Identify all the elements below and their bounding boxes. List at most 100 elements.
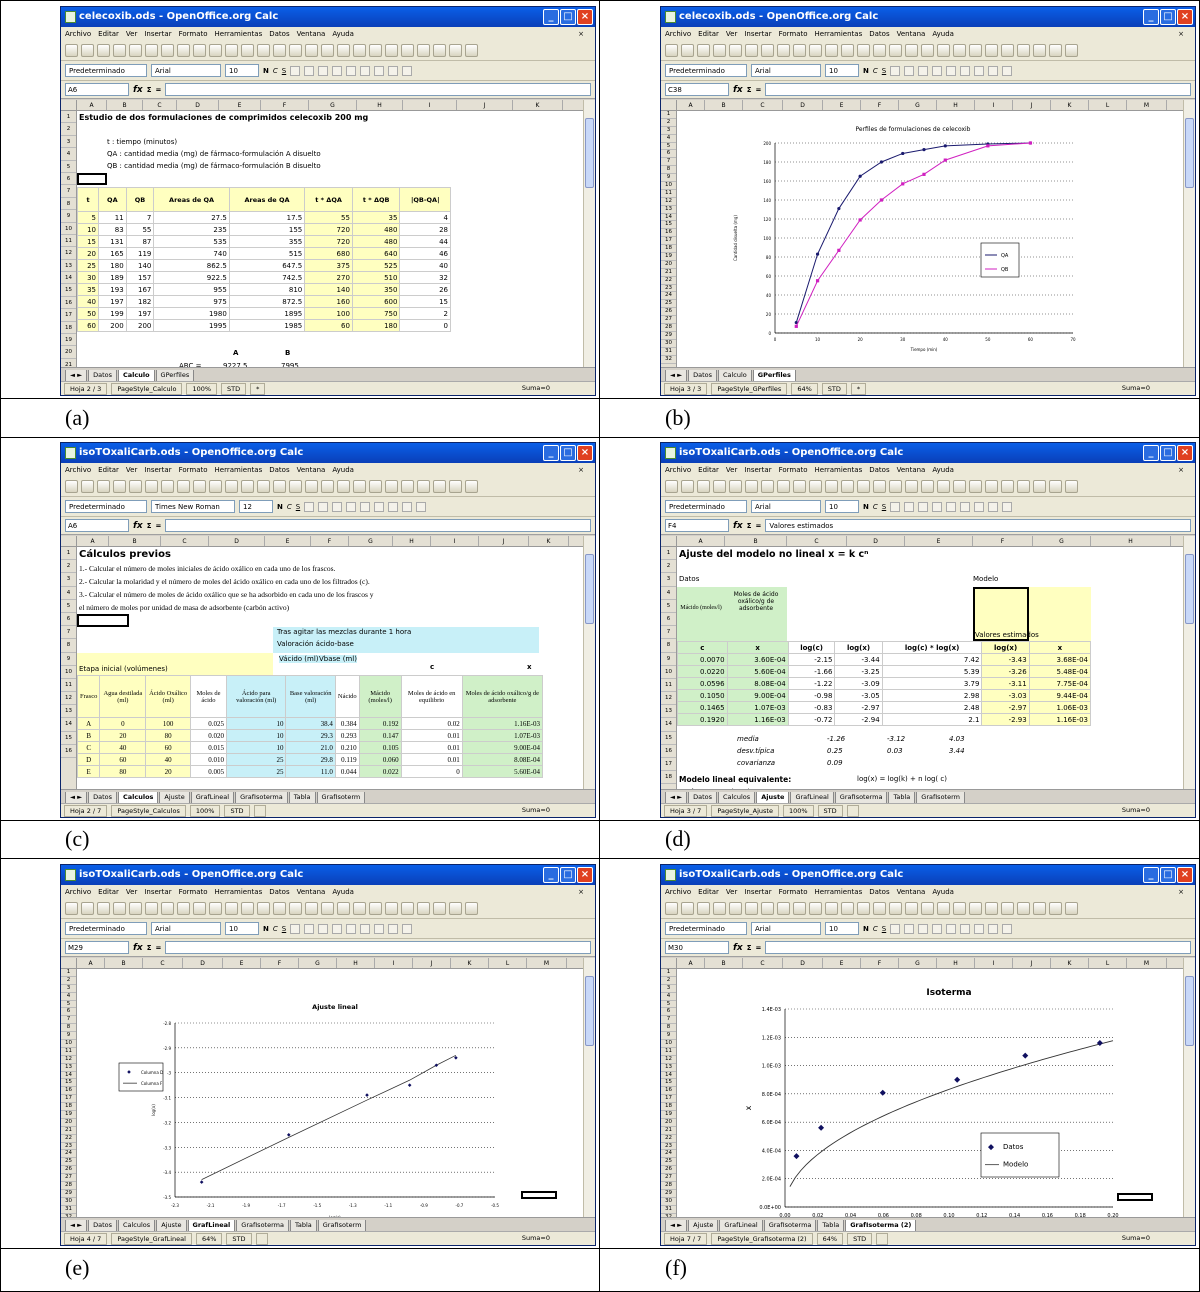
header-cell[interactable]: t xyxy=(77,187,99,212)
column-header[interactable]: C xyxy=(743,100,783,110)
column-header[interactable]: K xyxy=(513,100,563,110)
row-header[interactable]: 21 xyxy=(61,359,76,367)
table-cell[interactable]: -3.43 xyxy=(981,653,1030,666)
sheet-area[interactable]: Ajuste lineal -2.8 -2.9 -3 -3.1 -3.2 -3.3 -3.4 -… xyxy=(77,969,583,1217)
minimize-icon[interactable]: _ xyxy=(543,867,559,883)
table-cell[interactable]: 140 xyxy=(304,283,353,296)
table-cell[interactable]: 535 xyxy=(153,235,230,248)
row-header[interactable]: 21 xyxy=(61,1127,76,1135)
row-header[interactable]: 20 xyxy=(61,1119,76,1127)
menu-item-archivo[interactable]: Archivo xyxy=(665,466,691,474)
column-header[interactable]: K xyxy=(1051,100,1089,110)
table-cell[interactable]: 0.01 xyxy=(400,753,463,766)
print-icon[interactable] xyxy=(161,902,174,915)
window-title-bar[interactable]: celecoxib.ods - OpenOffice.org Calc _ □ × xyxy=(661,7,1195,27)
sheet-tab[interactable]: GrafIsoterm xyxy=(316,792,366,803)
column-header[interactable]: C xyxy=(143,100,177,110)
data-point[interactable] xyxy=(986,144,990,148)
column-header[interactable]: I xyxy=(403,100,457,110)
column-header[interactable]: D xyxy=(847,536,905,546)
menu-item-insertar[interactable]: Insertar xyxy=(144,466,171,474)
row-header[interactable]: 9 xyxy=(661,174,676,183)
undo-icon[interactable] xyxy=(289,44,302,57)
data-point[interactable] xyxy=(434,1063,439,1068)
merge-icon[interactable] xyxy=(946,501,957,512)
table-cell[interactable]: 0.044 xyxy=(334,765,360,778)
column-header[interactable]: G xyxy=(1033,536,1091,546)
table-cell[interactable]: 199 xyxy=(97,307,127,320)
header-cell[interactable]: Ácido para valoración (ml) xyxy=(225,675,287,718)
menu-item-ver[interactable]: Ver xyxy=(126,888,137,896)
table-cell[interactable]: 7.75E-04 xyxy=(1028,677,1092,690)
row-header[interactable]: 11 xyxy=(661,679,676,693)
data-point[interactable] xyxy=(454,1056,458,1060)
table-cell[interactable]: 0.005 xyxy=(189,765,227,778)
column-header[interactable]: E xyxy=(223,958,261,968)
currency-icon[interactable] xyxy=(360,65,371,76)
select-all-corner[interactable] xyxy=(661,100,677,111)
underline-button[interactable]: S xyxy=(882,503,886,511)
table-cell[interactable]: 25 xyxy=(225,753,287,766)
column-header[interactable]: I xyxy=(375,958,413,968)
header-cell[interactable]: QA xyxy=(97,187,127,212)
data-point[interactable] xyxy=(879,198,884,202)
table-cell[interactable]: 40 xyxy=(399,259,451,272)
cut-icon[interactable] xyxy=(225,480,238,493)
justify-icon[interactable] xyxy=(332,65,343,76)
merge-icon[interactable] xyxy=(346,65,357,76)
menu-item-herramientas[interactable]: Herramientas xyxy=(215,888,263,896)
export-pdf-icon[interactable] xyxy=(145,902,158,915)
spellcheck-icon[interactable] xyxy=(193,902,206,915)
menu-item-editar[interactable]: Editar xyxy=(698,466,719,474)
header-cell[interactable]: Ácido Oxálico (ml) xyxy=(145,675,191,718)
sheet-area[interactable]: Isoterma 0.0E+00 2.0E-04 4.0E-04 6.0E-04 8.0E… xyxy=(677,969,1183,1217)
table-cell[interactable]: -0.83 xyxy=(787,701,836,714)
sheet-tab[interactable]: GrafLineal xyxy=(719,1220,763,1231)
row-header[interactable]: 3 xyxy=(661,985,676,993)
save-icon[interactable] xyxy=(97,902,110,915)
save-icon[interactable] xyxy=(697,902,710,915)
table-cell[interactable]: 55 xyxy=(304,211,353,224)
table-cell[interactable]: 1.07E-03 xyxy=(461,729,544,742)
column-header[interactable]: G xyxy=(309,100,357,110)
sheet-tab[interactable]: Datos xyxy=(88,792,117,803)
column-header[interactable]: K xyxy=(1051,958,1089,968)
datasource-icon[interactable] xyxy=(1049,44,1062,57)
tab-nav-buttons[interactable]: ◄ ► xyxy=(665,370,688,381)
row-header[interactable]: 16 xyxy=(661,1087,676,1096)
row-header[interactable]: 28 xyxy=(61,1182,76,1190)
row-header[interactable]: 1 xyxy=(61,969,76,977)
row-header[interactable]: 10 xyxy=(61,223,76,235)
row-header[interactable]: 4 xyxy=(61,148,76,161)
header-cell[interactable]: t * ΔQB xyxy=(351,187,401,212)
table-cell[interactable]: 189 xyxy=(97,271,127,284)
hyperlink-icon[interactable] xyxy=(321,44,334,57)
format-paint-icon[interactable] xyxy=(873,44,886,57)
row-header[interactable]: 15 xyxy=(61,1079,76,1088)
row-header[interactable]: 26 xyxy=(61,1166,76,1175)
table-cell[interactable]: 0.022 xyxy=(358,765,402,778)
column-header[interactable]: H xyxy=(357,100,403,110)
datasource-icon[interactable] xyxy=(1049,902,1062,915)
table-cell[interactable]: 32 xyxy=(399,271,451,284)
page-preview-icon[interactable] xyxy=(777,44,790,57)
email-icon[interactable] xyxy=(113,480,126,493)
stat-value[interactable]: 0.03 xyxy=(887,747,903,755)
window-title-bar[interactable]: celecoxib.ods - OpenOffice.org Calc _ □ × xyxy=(61,7,595,27)
window-title-bar[interactable]: isoTOxaliCarb.ods - OpenOffice.org Calc _… xyxy=(61,443,595,463)
row-header[interactable]: 9 xyxy=(61,653,76,666)
column-header[interactable]: J xyxy=(1013,958,1051,968)
percent-icon[interactable] xyxy=(974,65,985,76)
menu-item-ver[interactable]: Ver xyxy=(126,30,137,38)
table-cell[interactable]: 160 xyxy=(304,295,353,308)
insert-chart-icon[interactable] xyxy=(969,902,982,915)
format-paint-icon[interactable] xyxy=(273,44,286,57)
close-document-icon[interactable]: × xyxy=(578,885,584,899)
paste-icon[interactable] xyxy=(857,480,870,493)
row-header[interactable]: 3 xyxy=(661,573,676,587)
table-cell[interactable]: 355 xyxy=(228,235,306,248)
gallery-icon[interactable] xyxy=(433,902,446,915)
row-header[interactable]: 2 xyxy=(61,123,76,136)
justify-icon[interactable] xyxy=(932,65,943,76)
row-header[interactable]: 15 xyxy=(661,221,676,230)
